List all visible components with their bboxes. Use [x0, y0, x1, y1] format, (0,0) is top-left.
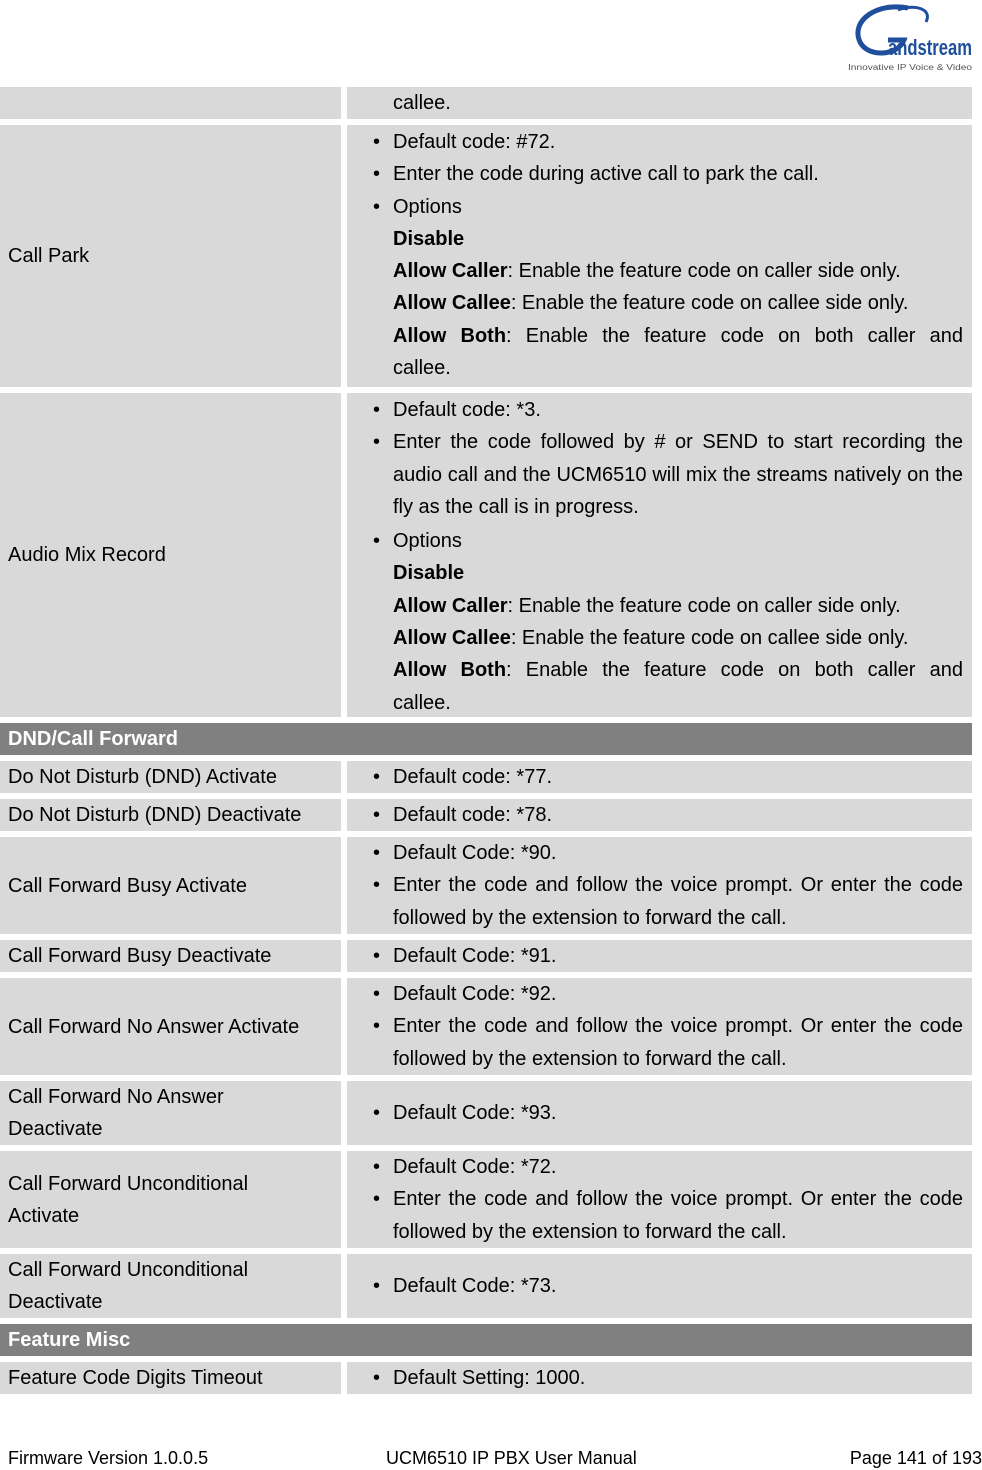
- table-row: Call Forward No Answer Activate • Default…: [0, 978, 972, 1075]
- bullet-icon: •: [373, 945, 381, 967]
- bullet-icon: •: [373, 842, 381, 864]
- bullet-icon: •: [373, 131, 381, 153]
- table-row-audio-mix-record: Audio Mix Record • Default code: *3. • Ent…: [0, 393, 972, 717]
- list-item: • Enter the code during active call to pa…: [347, 158, 963, 190]
- bullet-icon: •: [373, 195, 381, 218]
- list-item: • Options: [347, 525, 963, 557]
- option-disable: Disable: [393, 227, 465, 250]
- option-allow-both: Allow Both: Enable the feature code on b…: [393, 324, 963, 347]
- svg-text:Innovative IP Voice & Video: Innovative IP Voice & Video: [848, 63, 973, 72]
- list-item: • Default code: *3.: [347, 394, 963, 426]
- option-disable: Disable: [393, 562, 465, 585]
- row-label: Do Not Disturb (DND) Deactivate: [0, 799, 341, 831]
- table-row: Do Not Disturb (DND) Deactivate • Default…: [0, 799, 972, 831]
- option-allow-callee: Allow Callee: Enable the feature code on…: [393, 292, 909, 315]
- list-item: • Default Code: *90.: [347, 837, 963, 869]
- row-label: Audio Mix Record: [0, 393, 341, 717]
- list-item: • Enter the code followed by # or SEND to…: [347, 426, 963, 523]
- bullet-icon: •: [373, 874, 381, 897]
- row-label: Call Forward Unconditional Activate: [0, 1151, 341, 1248]
- list-item: • Default code: #72.: [347, 126, 963, 158]
- list-item: • Default Code: *73.: [347, 1270, 963, 1302]
- row-label: Feature Code Digits Timeout: [0, 1362, 341, 1394]
- list-item: • Default Code: *92.: [347, 978, 963, 1010]
- manual-title: UCM6510 IP PBX User Manual: [386, 1448, 637, 1468]
- bullet-icon: •: [373, 1015, 381, 1038]
- bullet-icon: •: [373, 1101, 381, 1124]
- table-row: Call Forward No Answer Deactivate • Defau…: [0, 1081, 972, 1145]
- bullet-icon: •: [373, 163, 381, 186]
- row-label: Call Park: [0, 125, 341, 387]
- list-item: • Default Code: *91.: [347, 940, 963, 972]
- option-allow-both: Allow Both: Enable the feature code on b…: [393, 659, 963, 682]
- table-row: Do Not Disturb (DND) Activate • Default c…: [0, 761, 972, 793]
- table-row-call-park: Call Park • Default code: #72. • Enter the…: [0, 125, 972, 387]
- bullet-icon: •: [373, 1274, 381, 1297]
- row-label: [0, 87, 341, 119]
- option-allow-callee: Allow Callee: Enable the feature code on…: [393, 627, 909, 650]
- page-number: Page 141 of 193: [849, 1448, 982, 1468]
- option-allow-caller: Allow Caller: Enable the feature code on…: [393, 260, 901, 283]
- list-item: • Options: [347, 191, 963, 223]
- page-footer: Firmware Version 1.0.0.5 UCM6510 IP PBX …: [8, 1448, 982, 1470]
- section-header-dnd-call-forward: DND/Call Forward: [0, 723, 972, 755]
- firmware-version: Firmware Version 1.0.0.5: [8, 1448, 209, 1468]
- table-row: Call Forward Busy Activate • Default Code…: [0, 837, 972, 934]
- bullet-icon: •: [373, 399, 381, 421]
- list-item: • Default Code: *72.: [347, 1151, 963, 1183]
- table-row: Call Forward Unconditional Deactivate • D…: [0, 1254, 972, 1318]
- list-item: • Default code: *78.: [347, 799, 963, 831]
- row-label: Do Not Disturb (DND) Activate: [0, 761, 341, 793]
- bullet-icon: •: [373, 766, 381, 788]
- list-item: • Default Setting: 1000.: [347, 1362, 963, 1394]
- bullet-icon: •: [373, 431, 381, 454]
- table-row: Feature Code Digits Timeout • Default Set…: [0, 1362, 972, 1394]
- table-row-continued: callee.: [0, 87, 972, 119]
- row-label: Call Forward Unconditional Deactivate: [0, 1254, 341, 1318]
- bullet-icon: •: [373, 804, 381, 826]
- list-item: • Default Code: *93.: [347, 1097, 963, 1129]
- bullet-icon: •: [373, 530, 381, 553]
- option-allow-caller: Allow Caller: Enable the feature code on…: [393, 594, 901, 617]
- section-header-feature-misc: Feature Misc: [0, 1324, 972, 1356]
- bullet-icon: •: [373, 1367, 381, 1389]
- bullet-icon: •: [373, 983, 381, 1005]
- bullet-icon: •: [373, 1188, 381, 1211]
- list-item: • Enter the code and follow the voice pro…: [347, 1010, 963, 1075]
- list-item: • Default code: *77.: [347, 761, 963, 793]
- row-label: Call Forward Busy Deactivate: [0, 940, 341, 972]
- table-row: Call Forward Unconditional Activate • Def…: [0, 1151, 972, 1248]
- row-label: Call Forward No Answer Activate: [0, 978, 341, 1075]
- grandstream-logo-icon: andstream Innovative IP Voice & Video: [848, 4, 973, 72]
- option-allow-both-cont: callee.: [393, 357, 451, 380]
- list-item: • Enter the code and follow the voice pro…: [347, 869, 963, 934]
- svg-text:andstream: andstream: [888, 35, 972, 60]
- bullet-icon: •: [373, 1156, 381, 1178]
- row-label: Call Forward Busy Activate: [0, 837, 341, 934]
- feature-code-table: callee. Call Park • Default code: #72. • E…: [0, 87, 972, 1400]
- table-row: Call Forward Busy Deactivate • Default Co…: [0, 940, 972, 972]
- row-text: callee.: [393, 92, 451, 114]
- list-item: • Enter the code and follow the voice pro…: [347, 1183, 963, 1248]
- option-allow-both-cont: callee.: [393, 691, 451, 714]
- row-label: Call Forward No Answer Deactivate: [0, 1081, 341, 1145]
- grandstream-logo: andstream Innovative IP Voice & Video: [838, 0, 978, 80]
